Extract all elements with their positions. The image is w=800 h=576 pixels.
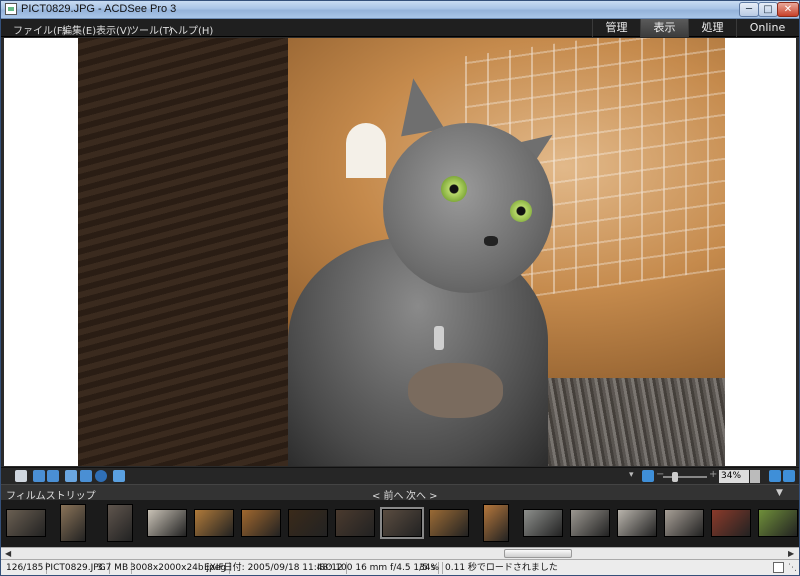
hand-tool-icon[interactable] [65,470,77,482]
filmstrip-thumb-12[interactable] [523,509,563,537]
resize-grip-icon[interactable]: ⋱ [788,563,797,573]
status-display-icon[interactable] [773,562,784,573]
status-load-time: 0.11 秒でロードされました [445,563,558,573]
rotate-right-icon[interactable] [47,470,59,482]
tab-view[interactable]: 表示 [640,19,688,37]
scrollbar-thumb[interactable] [504,549,572,558]
fit-window-icon[interactable] [783,470,795,482]
menu-view[interactable]: 表示(V) [96,22,131,37]
collar-tag [434,326,444,350]
menu-tools[interactable]: ツール(T) [129,22,173,37]
filmstrip-thumb-4[interactable] [147,509,187,537]
zoom-slider[interactable] [663,476,707,478]
cat-paw [408,363,503,418]
viewer-toolbar: ▾ − + 34% [1,467,799,484]
image-viewer[interactable] [4,38,796,466]
photo-cat [78,38,725,466]
filmstrip-thumb-13[interactable] [570,509,610,537]
close-button[interactable]: ✕ [777,2,799,17]
filmstrip-thumb-16[interactable] [711,509,751,537]
cat-eye-right [510,200,532,222]
zoom-fit-icon[interactable] [642,470,654,482]
app-icon [5,3,17,15]
dropdown-arrow-icon[interactable]: ▾ [629,470,634,480]
filmstrip-thumb-10[interactable] [429,509,469,537]
filmstrip-thumb-3[interactable] [107,504,133,542]
menu-file[interactable]: ファイル(F) [13,22,67,37]
filmstrip [1,500,799,547]
menu-edit[interactable]: 編集(E) [62,22,96,37]
menu-help[interactable]: ヘルプ(H) [168,22,213,37]
rotate-left-icon[interactable] [33,470,45,482]
filmstrip-thumb-17[interactable] [758,509,798,537]
actual-size-icon[interactable] [769,470,781,482]
filmstrip-thumb-9[interactable] [380,507,424,539]
tab-online[interactable]: Online [736,19,798,37]
cat-ear-left [391,74,445,137]
filmstrip-scrollbar[interactable]: ◀ ▶ [1,547,799,559]
maximize-button[interactable]: □ [758,2,778,17]
filmstrip-thumb-2[interactable] [60,504,86,542]
filmstrip-thumb-7[interactable] [288,509,328,537]
window-title: PICT0829.JPG - ACDSee Pro 3 [21,3,177,15]
scratching-post [78,38,288,466]
print-icon[interactable] [15,470,27,482]
filmstrip-thumb-11[interactable] [483,504,509,542]
filmstrip-thumb-5[interactable] [194,509,234,537]
tab-process[interactable]: 処理 [688,19,736,37]
scroll-left-icon[interactable]: ◀ [5,549,11,558]
title-bar: PICT0829.JPG - ACDSee Pro 3 ─ □ ✕ [1,1,799,19]
zoom-dropdown-button[interactable] [750,470,760,483]
app-window: PICT0829.JPG - ACDSee Pro 3 ─ □ ✕ ファイル(F… [0,0,800,576]
cat-nose [484,236,498,246]
zoom-level-input[interactable]: 34% [719,470,749,483]
zoom-slider-thumb[interactable] [672,472,678,482]
minimize-button[interactable]: ─ [739,2,759,17]
tab-manage[interactable]: 管理 [592,19,640,37]
zoom-out-icon[interactable]: − [656,469,664,480]
filmstrip-thumb-8[interactable] [335,509,375,537]
status-zoom: 34% [416,562,444,574]
zoom-in-icon[interactable]: + [709,469,717,480]
filmstrip-thumb-15[interactable] [664,509,704,537]
cat-eye-left [441,176,467,202]
select-tool-icon[interactable] [80,470,92,482]
filmstrip-header: フィルムストリップ < 前へ 次へ > ▼ [1,484,799,502]
filmstrip-thumb-6[interactable] [241,509,281,537]
status-index: 126/185 [3,562,48,574]
scroll-right-icon[interactable]: ▶ [788,549,794,558]
filmstrip-thumb-14[interactable] [617,509,657,537]
filmstrip-thumb-1[interactable] [6,509,46,537]
zoom-tool-icon[interactable] [95,470,107,482]
status-bar: 126/185 PICT0829.JPG 3.7 MB 3008x2000x24… [1,559,799,575]
filmstrip-collapse-icon[interactable]: ▼ [776,488,783,498]
background-window [346,123,386,178]
fullscreen-icon[interactable] [113,470,125,482]
